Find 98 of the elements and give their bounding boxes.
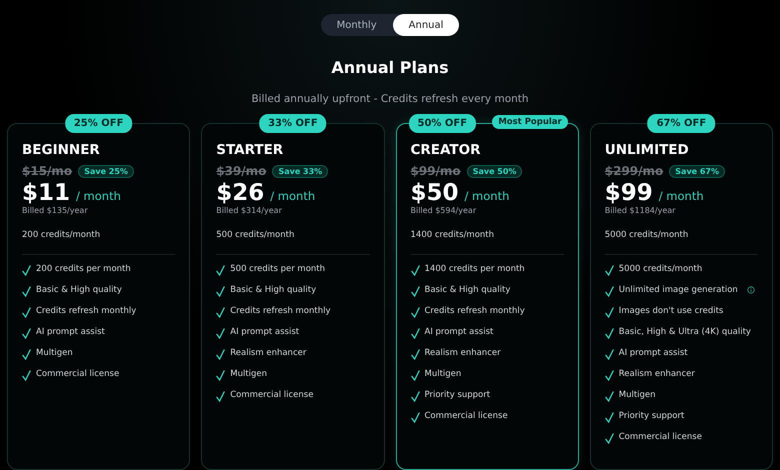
feature-text: Commercial license <box>618 432 702 442</box>
feature-text: 500 credits per month <box>230 264 326 274</box>
check-icon <box>604 412 614 423</box>
feature-text: Realism enhancer <box>618 369 695 379</box>
plan-name: UNLIMITED <box>604 142 690 158</box>
save-badge: Save 25% <box>78 164 134 178</box>
check-icon <box>604 328 614 339</box>
save-badge: Save 33% <box>272 164 328 178</box>
check-icon <box>604 391 614 402</box>
billing-tab[interactable]: Annual <box>392 14 460 36</box>
price-period: / month <box>658 189 704 203</box>
discount-badge: 67% OFF <box>648 114 716 133</box>
discount-badge: 25% OFF <box>64 114 132 133</box>
check-icon <box>22 328 31 339</box>
feature-text: AI prompt assist <box>424 327 494 337</box>
feature-text: AI prompt assist <box>230 327 300 337</box>
plan-name: STARTER <box>216 142 284 158</box>
credits-summary: 5000 credits/month <box>604 230 690 240</box>
check-icon <box>604 370 614 381</box>
feature-text: AI prompt assist <box>36 327 105 337</box>
plan-name: BEGINNER <box>22 142 101 158</box>
plan-price: $26 <box>216 180 264 206</box>
feature-text: Multigen <box>618 390 656 400</box>
feature-text: Multigen <box>230 369 268 379</box>
discount-badge: 50% OFF <box>408 114 476 133</box>
check-icon <box>604 349 614 360</box>
credits-summary: 500 credits/month <box>216 230 296 240</box>
most-popular-badge: Most Popular <box>492 115 568 129</box>
check-icon <box>216 286 226 297</box>
feature-text: Credits refresh monthly <box>36 306 136 316</box>
check-icon <box>410 370 420 381</box>
feature-text: Commercial license <box>36 369 120 379</box>
billed-amount: Billed $314/year <box>216 206 283 215</box>
billed-amount: Billed $594/year <box>410 206 478 215</box>
price-period: / month <box>464 189 510 203</box>
feature-text: Basic & High quality <box>230 285 316 295</box>
check-icon <box>22 370 31 381</box>
check-icon <box>216 328 226 339</box>
billed-amount: Billed $135/year <box>22 206 89 215</box>
billed-amount: Billed $1184/year <box>604 206 676 215</box>
plan-name: CREATOR <box>410 142 482 158</box>
plan-price: $11 <box>22 180 70 206</box>
feature-text: Unlimited image generation <box>618 285 738 295</box>
feature-text: Basic, High & Ultra (4K) quality <box>618 327 751 337</box>
credits-summary: 200 credits/month <box>22 230 102 240</box>
feature-text: 5000 credits/month <box>618 264 702 274</box>
plan-price: $99 <box>604 180 653 206</box>
feature-text: Multigen <box>36 348 73 358</box>
check-icon <box>604 433 614 444</box>
check-icon <box>216 370 226 381</box>
feature-text: Commercial license <box>230 390 314 400</box>
feature-text: Priority support <box>618 411 684 421</box>
discount-badge: 33% OFF <box>259 114 327 133</box>
original-price: $299/mo <box>604 164 664 178</box>
check-icon <box>604 286 614 297</box>
check-icon <box>604 307 614 318</box>
feature-text: Commercial license <box>424 411 508 421</box>
feature-text: Images don't use credits <box>618 306 724 316</box>
feature-text: 200 credits per month <box>36 264 131 274</box>
info-icon[interactable] <box>746 286 755 294</box>
feature-text: Multigen <box>424 369 462 379</box>
original-price: $99/mo <box>410 164 461 178</box>
check-icon <box>604 265 614 276</box>
save-badge: Save 67% <box>669 164 726 178</box>
price-period: / month <box>76 189 121 203</box>
page-heading: Annual Plans <box>331 58 449 77</box>
feature-text: Priority support <box>424 390 490 400</box>
check-icon <box>410 391 420 402</box>
check-icon <box>410 265 420 276</box>
check-icon <box>22 286 31 297</box>
check-icon <box>22 307 31 318</box>
check-icon <box>410 328 420 339</box>
plan-price: $50 <box>410 180 459 206</box>
save-badge: Save 50% <box>466 164 522 178</box>
feature-text: Realism enhancer <box>230 348 306 358</box>
check-icon <box>216 391 226 402</box>
check-icon <box>216 349 226 360</box>
page-subheading: Billed annually upfront - Credits refresh every month <box>251 93 529 105</box>
original-price: $39/mo <box>216 164 266 178</box>
feature-text: Basic & High quality <box>424 285 510 295</box>
check-icon <box>410 349 420 360</box>
check-icon <box>410 286 420 297</box>
check-icon <box>216 307 226 318</box>
check-icon <box>410 412 420 423</box>
feature-text: Credits refresh monthly <box>424 306 525 316</box>
feature-text: 1400 credits per month <box>424 264 525 274</box>
credits-summary: 1400 credits/month <box>410 230 496 240</box>
check-icon <box>216 265 226 276</box>
feature-text: Credits refresh monthly <box>230 306 331 316</box>
check-icon <box>22 265 31 276</box>
original-price: $15/mo <box>22 164 72 178</box>
feature-text: Realism enhancer <box>424 348 501 358</box>
billing-tab[interactable]: Monthly <box>320 14 393 36</box>
check-icon <box>410 307 420 318</box>
price-period: / month <box>270 189 316 203</box>
feature-text: Basic & High quality <box>36 285 122 295</box>
check-icon <box>22 349 31 360</box>
feature-text: AI prompt assist <box>618 348 688 358</box>
